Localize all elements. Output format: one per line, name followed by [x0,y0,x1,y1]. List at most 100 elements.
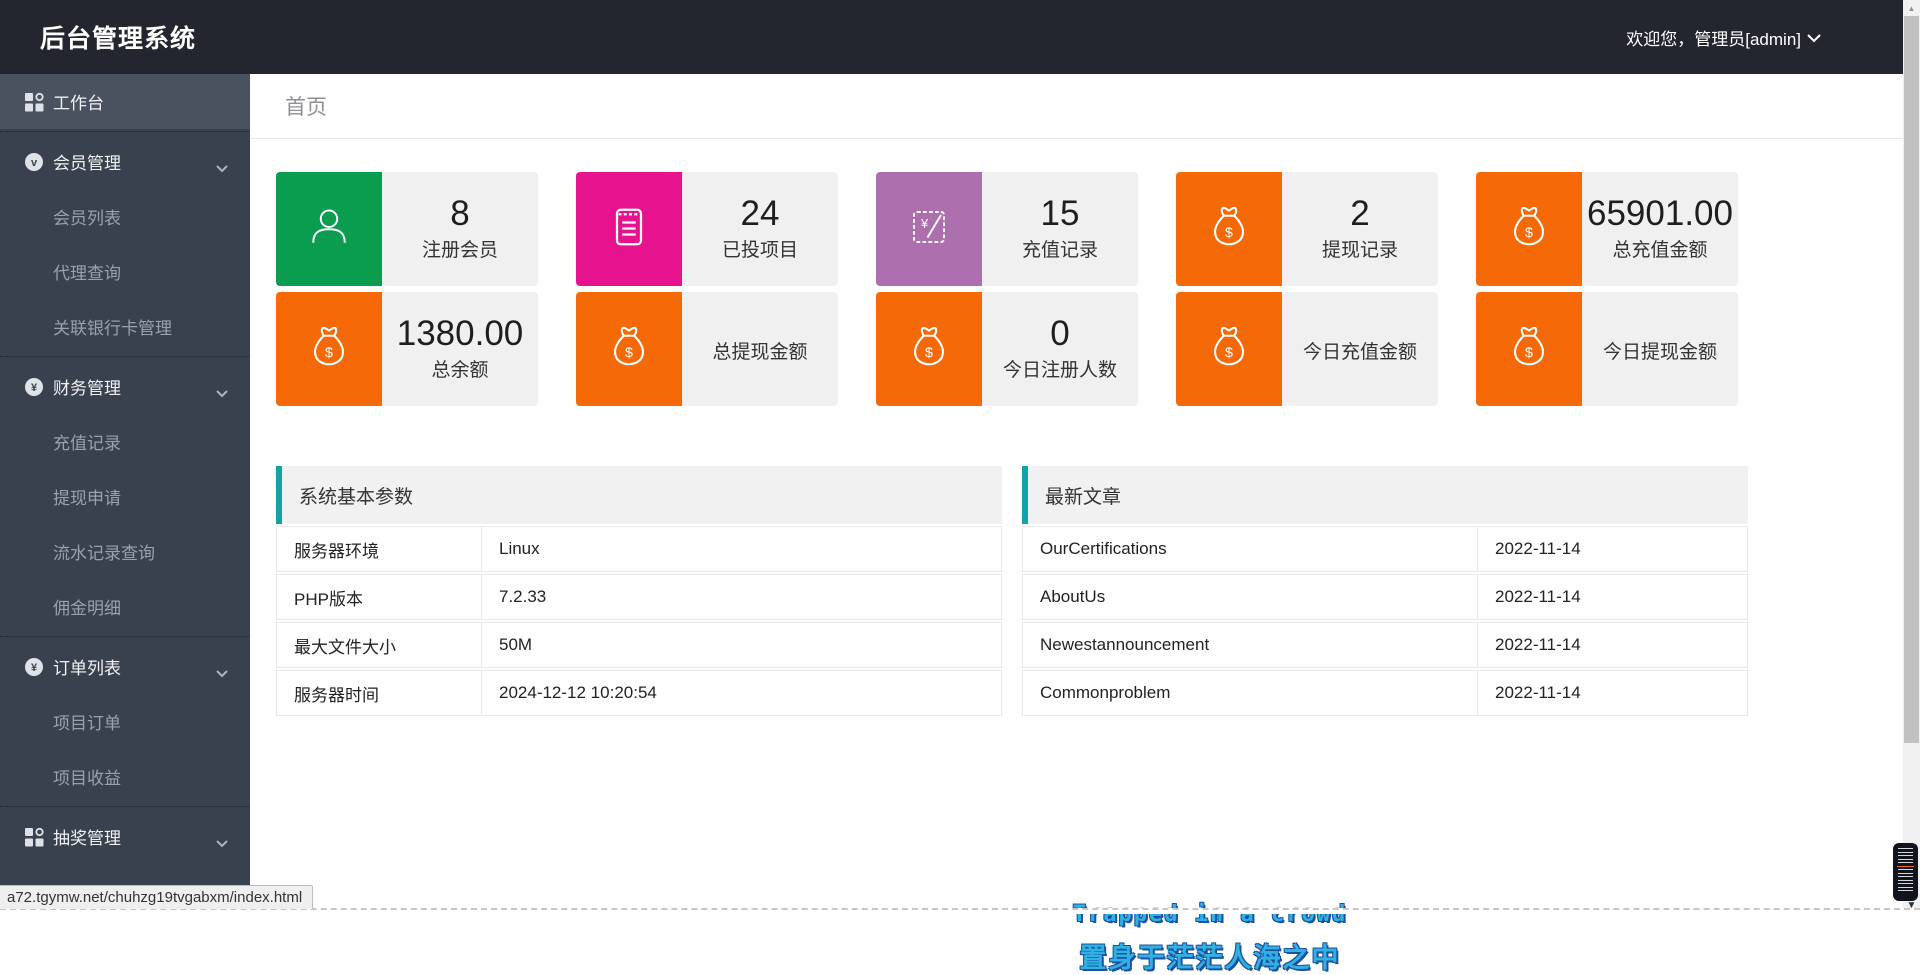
bill-edit-icon: ¥ [905,203,953,256]
user-menu[interactable]: 欢迎您，管理员[admin] [1626,25,1903,50]
sidebar-item-label: 会员管理 [53,149,121,174]
sidebar-subitem[interactable]: 流水记录查询 [0,524,250,579]
app-header: 后台管理系统 欢迎您，管理员[admin] [0,0,1903,74]
stat-icon-tile: $ [876,292,982,406]
sidebar-item-label: 抽奖管理 [53,824,121,849]
user-icon [305,203,353,256]
stat-value-panel: 2提现记录 [1282,172,1438,286]
sidebar-subitem[interactable]: 项目收益 [0,749,250,804]
stat-icon-tile: $ [576,292,682,406]
stat-value: 1380.00 [397,316,524,353]
stat-label: 总余额 [431,355,488,382]
minimap-widget[interactable] [1893,843,1918,901]
stat-label: 总提现金额 [712,337,807,364]
minimap-line [1898,887,1913,888]
sidebar-subitem[interactable]: 关联银行卡管理 [0,299,250,354]
sidebar-divider [0,806,250,807]
sidebar-item-label: 订单列表 [53,654,121,679]
sidebar-item-0[interactable]: 工作台 [0,74,250,129]
table-cell-value: Linux [481,527,1001,571]
panel-1: 最新文章OurCertifications2022-11-14AboutUs20… [1022,466,1748,716]
stat-label: 已投项目 [722,235,798,262]
sidebar: 工作台 v 会员管理会员列表代理查询关联银行卡管理¥财务管理充值记录提现申请流水记录… [0,74,250,914]
yen-circle-icon: ¥ [24,377,44,397]
stat-label: 提现记录 [1322,235,1398,262]
money-bag-icon: $ [1205,203,1253,256]
stat-icon-tile [276,172,382,286]
table-cell-key: 服务器环境 [277,527,481,571]
stat-card: ¥15充值记录 [876,172,1138,286]
sidebar-divider [0,636,250,637]
stat-group-2: ¥15充值记录 $0今日注册人数 [876,172,1138,406]
svg-text:$: $ [925,344,933,360]
table-cell-key: Commonproblem [1023,671,1477,715]
scrollbar[interactable]: ▲ ▼ [1903,0,1920,914]
stat-value: 8 [450,196,469,233]
sidebar-item-1[interactable]: v 会员管理 [0,134,250,189]
minimap-line [1898,848,1913,849]
table-cell-value: 50M [481,623,1001,667]
slogan-en: Trapped in a crowd [1073,902,1347,927]
scroll-up-arrow-icon[interactable]: ▲ [1903,0,1920,16]
money-bag-icon: $ [1505,323,1553,376]
money-bag-icon: $ [905,323,953,376]
svg-text:¥: ¥ [31,382,38,394]
stat-icon-tile: $ [1476,172,1582,286]
breadcrumb-home[interactable]: 首页 [285,91,327,121]
slogan-zh: 置身于茫茫人海之中 [1073,936,1347,975]
sidebar-item-label: 工作台 [53,89,104,114]
stat-icon-tile: $ [276,292,382,406]
main-content: 首页 8注册会员$1380.00总余额24已投项目$总提现金额¥15充值记录$0… [250,74,1903,914]
sidebar-subitem[interactable]: 项目订单 [0,694,250,749]
stat-card: $ 总提现金额 [576,292,838,406]
table-cell-value: 7.2.33 [481,575,1001,619]
minimap-line [1898,859,1913,860]
sidebar-subitem[interactable]: 提现申请 [0,469,250,524]
svg-text:$: $ [1225,344,1233,360]
stat-card: 24已投项目 [576,172,838,286]
stat-value-panel: 65901.00总充值金额 [1582,172,1738,286]
stat-value: 24 [741,196,780,233]
chevron-down-icon [1807,34,1821,43]
stat-card: $2提现记录 [1176,172,1438,286]
sidebar-item-3[interactable]: ¥ 订单列表 [0,639,250,694]
minimap-line [1898,883,1913,884]
v-circle-icon: v [24,152,44,172]
stat-value-panel: 8注册会员 [382,172,538,286]
sidebar-subitem[interactable]: 代理查询 [0,244,250,299]
svg-text:¥: ¥ [31,662,38,674]
minimap-line [1897,866,1914,867]
svg-text:$: $ [1525,224,1533,240]
money-bag-icon: $ [1205,323,1253,376]
table-row: Newestannouncement2022-11-14 [1022,622,1748,668]
sidebar-subitem[interactable]: 充值记录 [0,414,250,469]
table-cell-key: 最大文件大小 [277,623,481,667]
table-cell-key: AboutUs [1023,575,1477,619]
sidebar-item-4[interactable]: 抽奖管理 [0,809,250,864]
table-cell-value: 2022-11-14 [1477,527,1747,571]
panel-title: 最新文章 [1022,466,1748,524]
grid-icon [24,92,44,112]
stat-label: 今日注册人数 [1003,355,1117,382]
stat-card: 8注册会员 [276,172,538,286]
minimap-line [1898,873,1913,874]
sidebar-item-2[interactable]: ¥财务管理 [0,359,250,414]
table-row: Commonproblem2022-11-14 [1022,670,1748,716]
scrollbar-thumb[interactable] [1904,16,1919,743]
welcome-text: 欢迎您，管理员[admin] [1626,25,1801,50]
svg-text:$: $ [325,344,333,360]
minimap-line [1898,855,1913,856]
stat-value-panel: 15充值记录 [982,172,1138,286]
stat-value-panel: 今日充值金额 [1282,292,1438,406]
sidebar-subitem[interactable]: 会员列表 [0,189,250,244]
stat-value-panel: 0今日注册人数 [982,292,1138,406]
stat-label: 今日提现金额 [1603,337,1717,364]
stat-value: 15 [1041,196,1080,233]
stat-value-panel: 今日提现金额 [1582,292,1738,406]
sidebar-subitem[interactable]: 佣金明细 [0,579,250,634]
stat-label: 今日充值金额 [1303,337,1417,364]
stat-icon-tile [576,172,682,286]
stat-value: 2 [1350,196,1369,233]
stat-value-panel: 总提现金额 [682,292,838,406]
table-cell-key: 服务器时间 [277,671,481,715]
